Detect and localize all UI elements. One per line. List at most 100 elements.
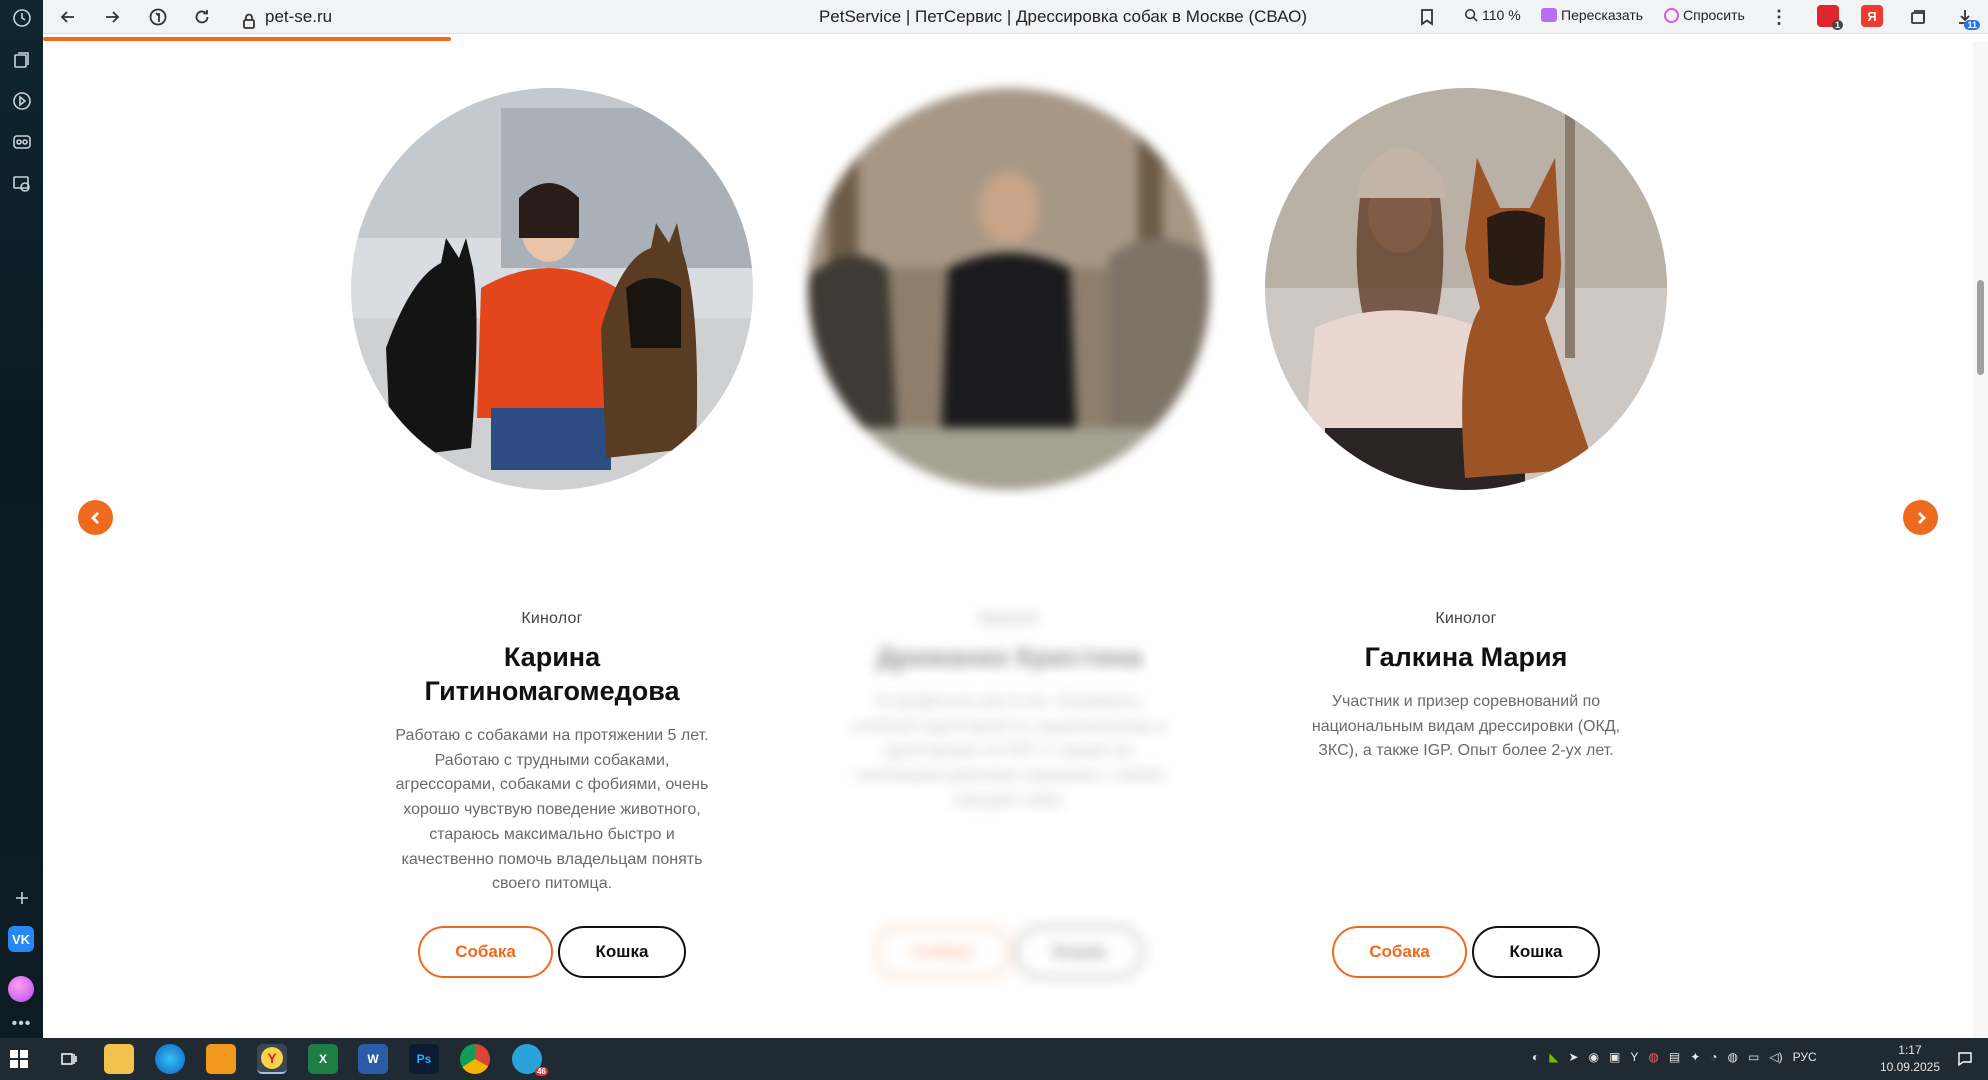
dog-button[interactable]: Собака <box>418 926 553 978</box>
alice-assistant-icon[interactable] <box>8 976 34 1002</box>
dog-button[interactable]: Собака <box>1332 926 1467 978</box>
retell-button[interactable]: Пересказать <box>1541 7 1643 23</box>
trainer-card: Кинолог Карина Гитиномагомедова Работаю … <box>351 610 753 897</box>
tray-app-icon[interactable]: ▣ <box>1609 1050 1620 1064</box>
chevron-right-icon <box>1917 511 1926 524</box>
trainer-photo-image <box>351 88 753 490</box>
ask-button[interactable]: Спросить <box>1664 7 1745 23</box>
games-icon[interactable] <box>6 126 37 157</box>
tray-app-icon[interactable]: ◍ <box>1728 1050 1738 1064</box>
clock-date: 10.09.2025 <box>1879 1060 1940 1074</box>
trainer-photo[interactable] <box>351 88 753 490</box>
file-explorer-icon[interactable] <box>104 1044 134 1074</box>
vk-icon[interactable]: VK <box>8 926 34 952</box>
zoom-level: 110 % <box>1482 7 1521 23</box>
tabs-collection-icon[interactable] <box>1905 4 1931 30</box>
add-panel-icon[interactable] <box>6 882 37 913</box>
retell-icon <box>1541 8 1557 22</box>
ask-icon <box>1664 7 1679 23</box>
trainer-role: Кинолог <box>978 610 1040 627</box>
chevron-left-icon <box>90 511 99 524</box>
retell-label: Пересказать <box>1561 7 1644 23</box>
windows-logo-icon <box>10 1050 28 1068</box>
trainer-card-blurred: Кинолог Дрижанко Кристина В профессии уж… <box>808 610 1210 814</box>
cat-button[interactable]: Кошка <box>1472 926 1600 978</box>
page-scrollbar[interactable] <box>1973 42 1988 1038</box>
downloads-badge: 11 <box>1964 20 1980 30</box>
yandex-browser-icon[interactable]: Y <box>257 1044 287 1074</box>
tray-app-icon[interactable]: ✦ <box>1690 1050 1700 1064</box>
tray-app-icon[interactable]: ▤ <box>1669 1050 1680 1064</box>
bookmark-icon[interactable] <box>1414 4 1440 30</box>
start-icon[interactable] <box>4 1044 34 1074</box>
outlook-icon[interactable] <box>206 1044 236 1074</box>
task-view-icon[interactable] <box>54 1044 84 1074</box>
edge-icon[interactable] <box>155 1044 185 1074</box>
browser-side-panel: VK ••• <box>0 0 43 1038</box>
page-title: PetService | ПетСервис | Дрессировка соб… <box>818 7 1308 26</box>
tray-steam-icon[interactable]: ◉ <box>1589 1050 1599 1064</box>
tray-nvidia-icon[interactable]: ◣ <box>1549 1050 1558 1064</box>
more-icon[interactable]: ••• <box>6 1008 37 1039</box>
downloads-icon[interactable]: 11 <box>1952 4 1980 30</box>
windows-taskbar: Y X W Ps 46 ◐ ◣ ➤ ◉ ▣ Y ◍ ▤ ✦ ◔ ◍ ▭ ◁) Р… <box>0 1038 1988 1080</box>
tray-app-icon[interactable]: ◍ <box>1648 1050 1658 1064</box>
carousel-prev-button[interactable] <box>78 500 113 535</box>
lock-icon[interactable] <box>236 8 262 34</box>
yandex-home-icon[interactable] <box>145 4 171 30</box>
trainer-photo-image <box>1265 88 1667 490</box>
browser-toolbar: pet-se.ru PetService | ПетСервис | Дресс… <box>43 0 1988 34</box>
cat-button[interactable]: Кошка <box>558 926 686 978</box>
extension-badge: 1 <box>1831 20 1843 30</box>
trainer-photo[interactable] <box>1265 88 1667 490</box>
word-icon[interactable]: W <box>358 1044 388 1074</box>
trainer-buttons: Собака Кошка <box>351 926 753 978</box>
tray-app-icon[interactable]: ◐ <box>1532 1050 1539 1064</box>
carousel-next-button[interactable] <box>1903 500 1938 535</box>
adblock-extension-icon[interactable]: 1 <box>1817 5 1843 30</box>
notification-glyph <box>1958 1052 1972 1067</box>
zoom-icon <box>1464 8 1478 22</box>
notifications-icon[interactable] <box>1950 1044 1980 1074</box>
chrome-icon[interactable] <box>460 1044 490 1074</box>
trainer-buttons: Собака Кошка <box>1265 926 1667 978</box>
system-tray[interactable]: ◐ ◣ ➤ ◉ ▣ Y ◍ ▤ ✦ ◔ ◍ ▭ ◁) РУС <box>1532 1050 1817 1064</box>
screenshot-icon[interactable] <box>6 168 37 199</box>
address-bar[interactable]: pet-se.ru <box>265 7 332 27</box>
telegram-icon[interactable]: 46 <box>512 1044 548 1076</box>
tray-telegram-icon[interactable]: ➤ <box>1568 1050 1578 1064</box>
network-icon[interactable]: ▭ <box>1748 1050 1759 1064</box>
yandex-extension-icon[interactable]: Я <box>1861 5 1883 27</box>
trainer-role: Кинолог <box>521 610 583 627</box>
tray-yandex-icon[interactable]: Y <box>1630 1050 1638 1064</box>
trainer-role: Кинолог <box>1435 610 1497 627</box>
excel-icon[interactable]: X <box>308 1044 338 1074</box>
forward-icon[interactable] <box>99 4 125 30</box>
taskbar-clock[interactable]: 1:17 10.09.2025 <box>1880 1042 1940 1076</box>
trainer-name: Дрижанко Кристина <box>875 642 1142 672</box>
cat-button[interactable]: Кошка <box>1015 926 1143 978</box>
clock-time: 1:17 <box>1898 1043 1922 1057</box>
back-icon[interactable] <box>55 4 81 30</box>
volume-icon[interactable]: ◁) <box>1769 1050 1782 1064</box>
trainer-description: Работаю с собаками на протяжении 5 лет. … <box>395 727 709 893</box>
ask-label: Спросить <box>1683 7 1745 23</box>
menu-icon[interactable]: ⋮ <box>1766 4 1792 30</box>
tray-app-icon[interactable]: ◔ <box>1710 1050 1717 1064</box>
zoom-indicator[interactable]: 110 % <box>1464 7 1521 23</box>
video-icon[interactable] <box>6 85 37 116</box>
telegram-badge: 46 <box>535 1067 548 1076</box>
trainer-description: В профессии уже 8 лет. Занимаюсь учебной… <box>852 693 1166 809</box>
dog-button[interactable]: Собака <box>875 926 1010 978</box>
photoshop-icon[interactable]: Ps <box>409 1044 439 1074</box>
collections-icon[interactable] <box>6 44 37 75</box>
trainer-photo-blurred[interactable] <box>808 88 1210 490</box>
task-view-glyph <box>61 1053 77 1065</box>
scrollbar-thumb[interactable] <box>1977 280 1984 375</box>
language-indicator[interactable]: РУС <box>1793 1050 1817 1064</box>
trainer-photo-image <box>808 88 1210 490</box>
page-load-progress <box>43 37 452 41</box>
reload-icon[interactable] <box>189 4 215 30</box>
history-icon[interactable] <box>6 2 37 33</box>
trainers-carousel: Кинолог Карина Гитиномагомедова Работаю … <box>43 42 1973 1038</box>
